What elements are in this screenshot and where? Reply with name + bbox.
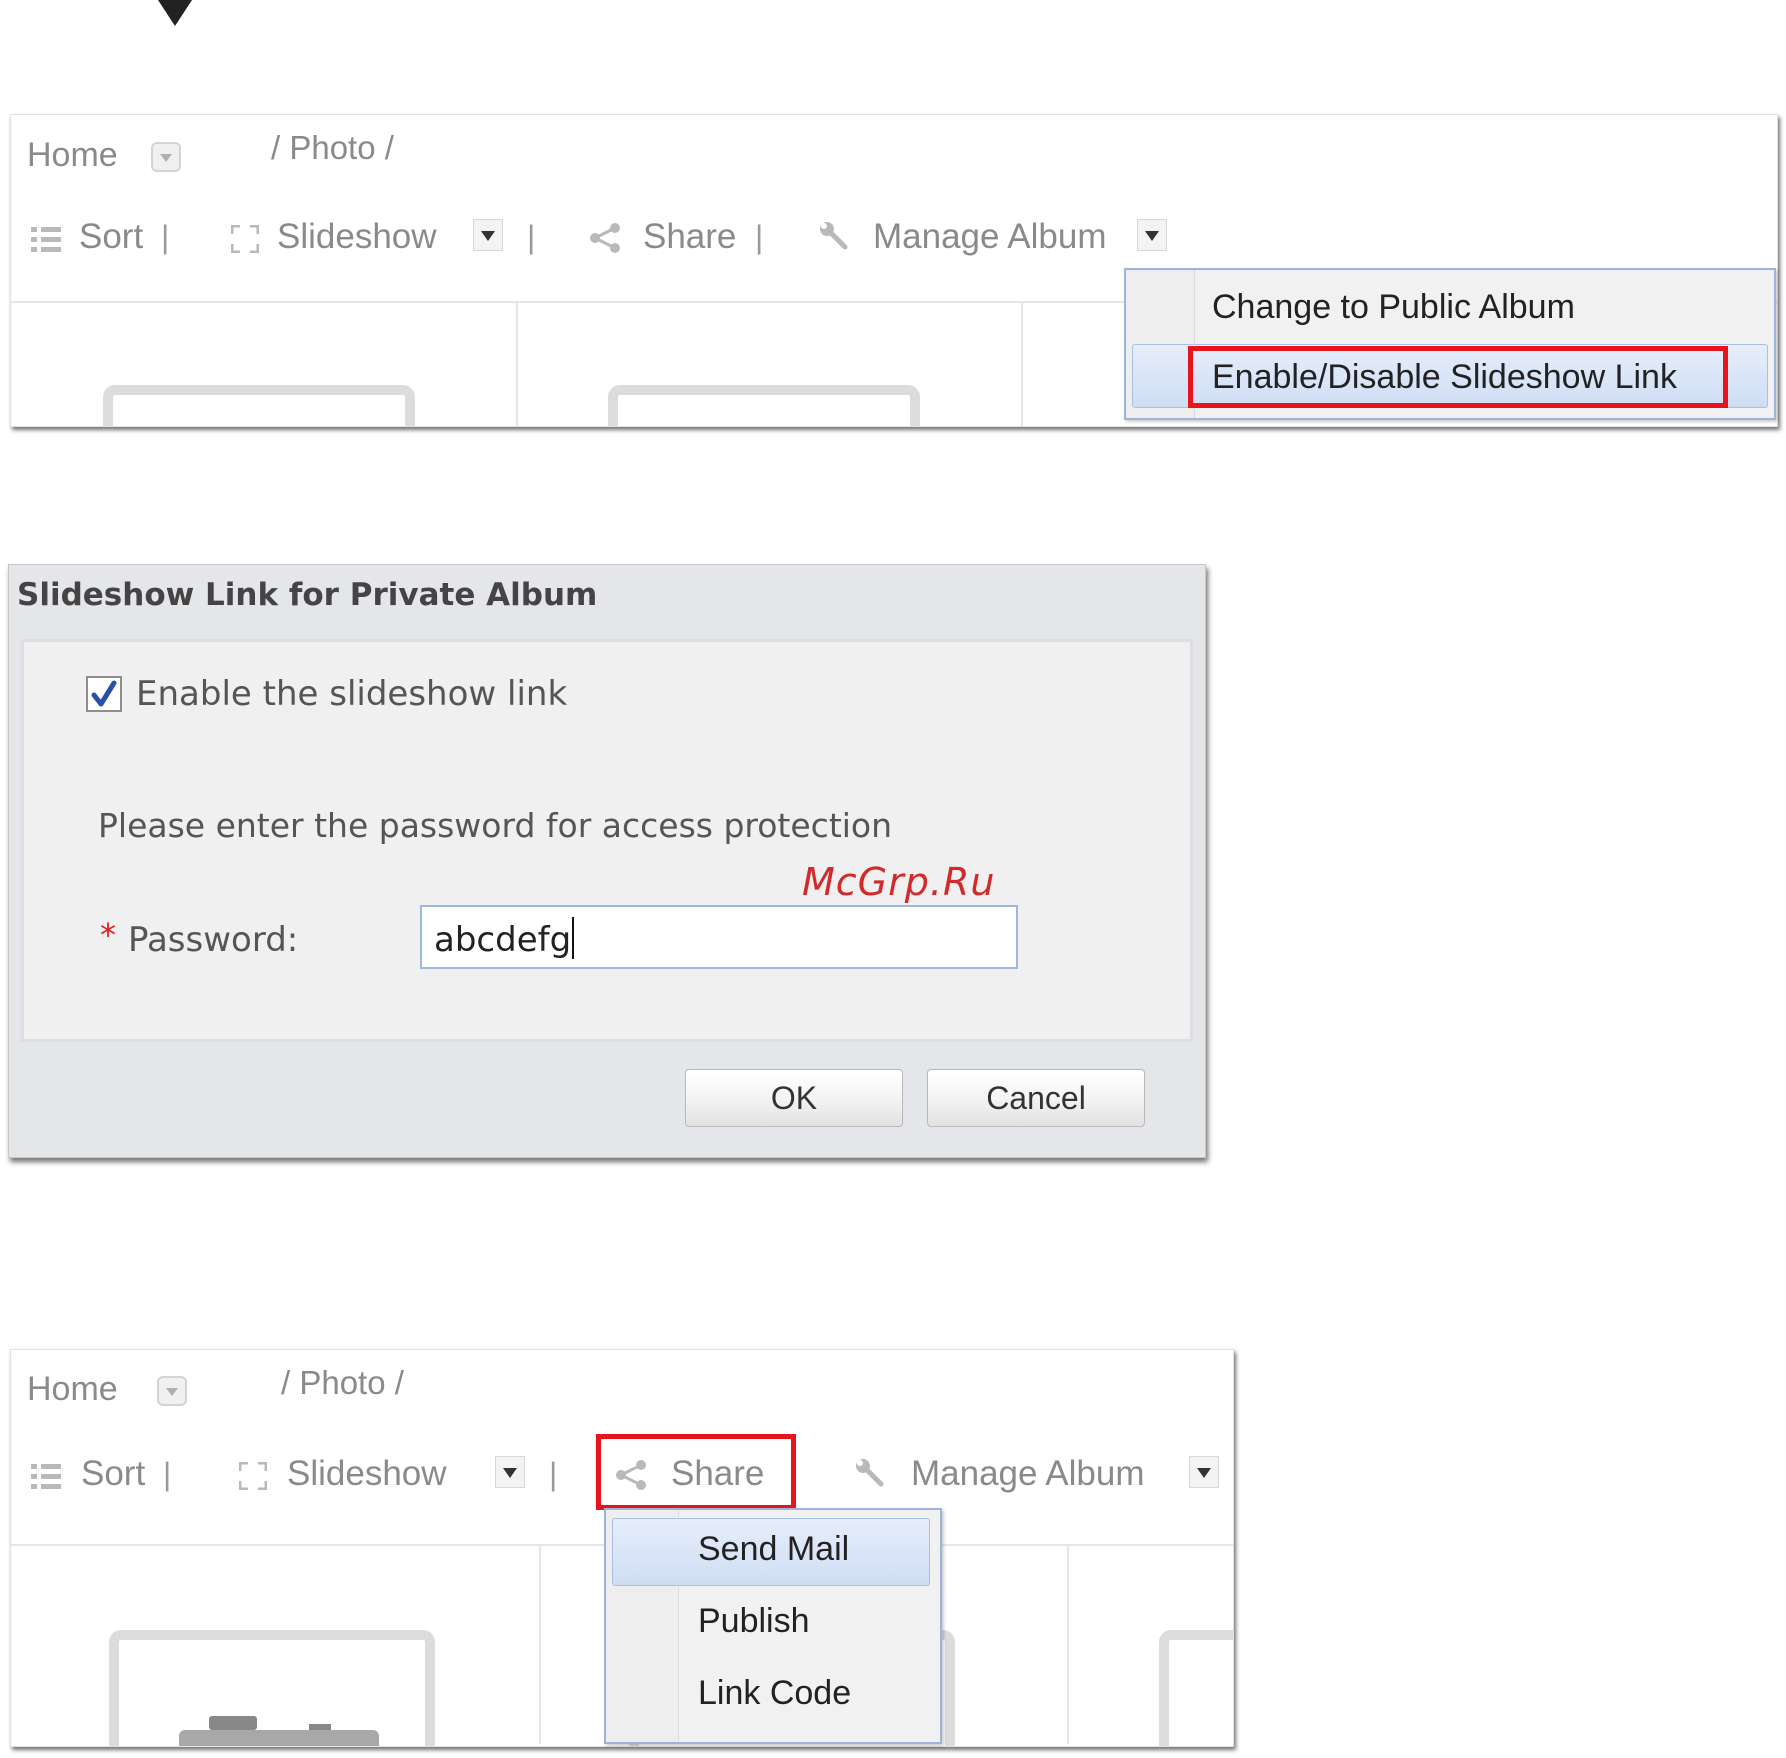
breadcrumb-path: / Photo /	[271, 129, 394, 166]
toolbar-separator: |	[755, 219, 764, 255]
toolbar-separator: |	[161, 219, 170, 255]
slideshow-button[interactable]: Slideshow	[277, 217, 437, 257]
breadcrumb-home[interactable]: Home	[27, 1370, 118, 1409]
ok-button[interactable]: OK	[685, 1069, 903, 1127]
menu-item-link-code[interactable]: Link Code	[698, 1674, 851, 1713]
breadcrumb-home[interactable]: Home	[27, 136, 118, 175]
home-dropdown-icon[interactable]	[151, 142, 181, 172]
slideshow-link-dialog: Slideshow Link for Private Album Enable …	[8, 564, 1206, 1158]
highlight-box	[1188, 346, 1728, 408]
manage-album-dropdown-icon[interactable]	[1137, 219, 1167, 251]
password-value: abcdefg	[434, 920, 572, 960]
menu-item-publish[interactable]: Publish	[698, 1602, 810, 1641]
slideshow-dropdown-icon[interactable]	[495, 1456, 525, 1488]
password-label: Password:	[128, 920, 299, 960]
grid-divider	[516, 301, 518, 426]
share-button[interactable]: Share	[643, 217, 736, 257]
dialog-title: Slideshow Link for Private Album	[17, 577, 598, 613]
sort-list-icon	[31, 1464, 61, 1489]
checkmark-icon	[91, 680, 117, 707]
slideshow-button[interactable]: Slideshow	[287, 1454, 447, 1494]
dialog-body: Enable the slideshow link Please enter t…	[21, 639, 1193, 1042]
highlight-box	[596, 1434, 796, 1510]
camera-icon	[179, 1716, 379, 1746]
menu-item-change-public[interactable]: Change to Public Album	[1212, 288, 1575, 327]
watermark: McGrp.Ru	[802, 860, 996, 904]
grid-divider	[1067, 1544, 1069, 1744]
password-input[interactable]: abcdefg	[420, 905, 1018, 969]
manage-album-button[interactable]: Manage Album	[911, 1454, 1144, 1494]
wrench-icon	[856, 1459, 884, 1487]
text-caret	[572, 917, 575, 959]
manage-album-button[interactable]: Manage Album	[873, 217, 1106, 257]
checkbox-label[interactable]: Enable the slideshow link	[136, 674, 567, 714]
sort-button[interactable]: Sort	[81, 1454, 145, 1494]
slideshow-icon	[231, 225, 259, 253]
wrench-icon	[820, 222, 848, 250]
toolbar-separator: |	[549, 1456, 558, 1492]
album-thumbnail[interactable]	[1159, 1630, 1233, 1746]
sort-button[interactable]: Sort	[79, 217, 143, 257]
pointer-arrow-icon	[158, 0, 192, 26]
slideshow-dropdown-icon[interactable]	[473, 219, 503, 251]
share-menu: Send Mail Publish Link Code	[604, 1508, 942, 1744]
required-marker: *	[100, 916, 116, 954]
enable-slideshow-checkbox[interactable]	[86, 676, 122, 712]
breadcrumb-path: / Photo /	[281, 1364, 404, 1401]
home-dropdown-icon[interactable]	[157, 1376, 187, 1406]
toolbar-separator: |	[163, 1456, 172, 1492]
grid-divider	[539, 1544, 541, 1744]
album-thumbnail[interactable]	[608, 385, 920, 426]
password-instruction: Please enter the password for access pro…	[98, 806, 893, 845]
album-thumbnail[interactable]	[103, 385, 415, 426]
album-thumbnail[interactable]	[109, 1630, 435, 1746]
cancel-button[interactable]: Cancel	[927, 1069, 1145, 1127]
toolbar-separator: |	[527, 219, 536, 255]
slideshow-icon	[239, 1462, 267, 1490]
sort-list-icon	[31, 227, 61, 252]
manage-album-dropdown-icon[interactable]	[1189, 1456, 1219, 1488]
menu-item-send-mail[interactable]: Send Mail	[698, 1530, 849, 1569]
grid-divider	[1021, 301, 1023, 426]
share-icon	[590, 223, 620, 253]
